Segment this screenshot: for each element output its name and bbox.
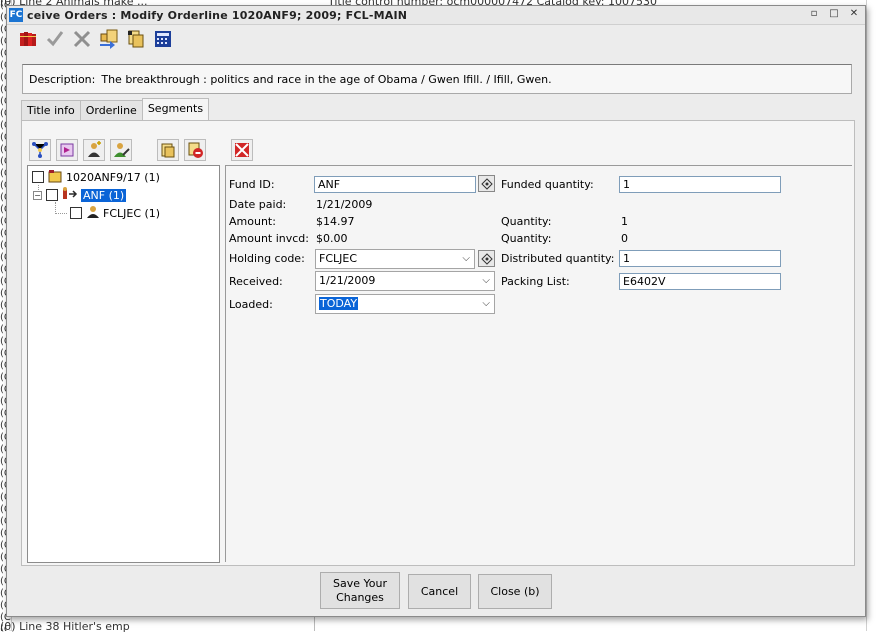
date-paid-label: Date paid: — [229, 198, 287, 211]
main-toolbar — [7, 25, 865, 53]
fund-lookup-icon[interactable] — [478, 175, 495, 192]
loaded-value: TODAY — [319, 297, 359, 310]
save-button-line1: Save Your — [333, 576, 387, 590]
amount-value: $14.97 — [316, 215, 355, 228]
order-icon — [48, 169, 62, 186]
distributed-quantity-field[interactable]: 1 — [619, 250, 781, 267]
packing-list-field[interactable]: E6402V — [619, 273, 781, 290]
fund-icon — [62, 186, 78, 204]
amount-label: Amount: — [229, 215, 276, 228]
tab-segments[interactable]: Segments — [141, 98, 210, 120]
add-person-icon[interactable] — [83, 139, 105, 161]
quantity-label: Quantity: — [501, 215, 552, 228]
segments-toolbar — [29, 139, 253, 161]
date-paid-value: 1/21/2009 — [316, 198, 373, 211]
loaded-select[interactable]: TODAY ⌵ — [315, 294, 495, 314]
tree-holding-label: FCLJEC (1) — [103, 206, 161, 220]
description-value: The breakthrough : politics and race in … — [101, 72, 552, 86]
save-button-line2: Changes — [336, 590, 384, 604]
delete-icon[interactable] — [71, 28, 93, 50]
remove-segment-icon[interactable] — [184, 139, 206, 161]
quantity-value: 1 — [621, 215, 628, 228]
segments-panel: 1020ANF9/17 (1) − ANF (1) FCLJEC (1) Fun… — [21, 120, 855, 566]
cancel-button[interactable]: Cancel — [408, 574, 471, 609]
app-icon: FC — [9, 8, 23, 22]
save-changes-button[interactable]: Save Your Changes — [320, 572, 400, 609]
loaded-label: Loaded: — [229, 298, 273, 311]
description-label: Description: — [29, 72, 96, 86]
copy-segment-icon[interactable] — [157, 139, 179, 161]
background-right-edge — [866, 0, 883, 631]
collapse-icon[interactable]: − — [33, 190, 42, 200]
description-box: Description: The breakthrough : politics… — [22, 64, 852, 94]
tree-root-checkbox[interactable] — [32, 171, 44, 183]
check-icon[interactable] — [44, 28, 66, 50]
sort-list-icon[interactable] — [56, 139, 78, 161]
transfer-icon[interactable] — [98, 28, 120, 50]
split-icon[interactable] — [231, 139, 253, 161]
holding-icon — [86, 205, 100, 222]
received-value: 1/21/2009 — [319, 274, 376, 287]
chevron-down-icon[interactable]: ⌵ — [482, 272, 490, 290]
quantity-invcd-label: Quantity: — [501, 232, 552, 245]
holding-code-label: Holding code: — [229, 252, 305, 265]
background-line-bottom: (0) Line 38 Hitler's emp — [0, 620, 130, 633]
holding-code-value: FCLJEC — [319, 252, 358, 265]
details-left-border — [225, 166, 226, 562]
window-title: ceive Orders : Modify Orderline 1020ANF9… — [27, 8, 408, 22]
close-window-button[interactable]: ✕ — [849, 8, 859, 19]
tree-node-fund[interactable]: − ANF (1) — [33, 186, 127, 204]
holding-code-select[interactable]: FCLJEC ⌵ — [315, 249, 475, 269]
details-top-border — [225, 165, 852, 166]
minimize-button[interactable]: ▫ — [809, 8, 819, 19]
title-bar[interactable]: FC ceive Orders : Modify Orderline 1020A… — [7, 6, 865, 25]
chevron-down-icon[interactable]: ⌵ — [482, 295, 490, 313]
background-divider — [314, 616, 315, 631]
tree-node-holding[interactable]: FCLJEC (1) — [70, 205, 160, 221]
segments-tree: 1020ANF9/17 (1) − ANF (1) FCLJEC (1) — [27, 165, 220, 563]
tab-strip: Title info Orderline Segments — [21, 98, 210, 120]
tree-holding-checkbox[interactable] — [70, 207, 82, 219]
chevron-down-icon[interactable]: ⌵ — [462, 250, 470, 268]
tree-fund-checkbox[interactable] — [46, 189, 58, 201]
amount-invcd-value: $0.00 — [316, 232, 348, 245]
fund-id-field[interactable]: ANF — [314, 176, 476, 193]
received-select[interactable]: 1/21/2009 ⌵ — [315, 271, 495, 291]
packing-list-label: Packing List: — [501, 275, 570, 288]
distributed-quantity-label: Distributed quantity: — [501, 252, 615, 265]
tab-title-info[interactable]: Title info — [21, 100, 81, 120]
edit-person-icon[interactable] — [110, 139, 132, 161]
documents-icon[interactable] — [125, 28, 147, 50]
fund-id-label: Fund ID: — [229, 178, 275, 191]
amount-invcd-label: Amount invcd: — [229, 232, 309, 245]
received-label: Received: — [229, 275, 283, 288]
holding-lookup-icon[interactable] — [478, 250, 495, 267]
close-button[interactable]: Close (b) — [478, 574, 552, 609]
tree-fund-label: ANF (1) — [81, 188, 127, 202]
books-icon[interactable] — [17, 28, 39, 50]
calculator-icon[interactable] — [152, 28, 174, 50]
maximize-button[interactable]: □ — [829, 8, 839, 19]
tree-node-root[interactable]: 1020ANF9/17 (1) — [32, 169, 160, 185]
tree-root-label: 1020ANF9/17 (1) — [66, 170, 160, 184]
quantity-invcd-value: 0 — [621, 232, 628, 245]
tab-orderline[interactable]: Orderline — [79, 100, 143, 120]
modify-orderline-dialog: FC ceive Orders : Modify Orderline 1020A… — [6, 5, 866, 617]
funded-quantity-label: Funded quantity: — [501, 178, 594, 191]
tree-network-icon[interactable] — [29, 139, 51, 161]
funded-quantity-field[interactable]: 1 — [619, 176, 781, 193]
